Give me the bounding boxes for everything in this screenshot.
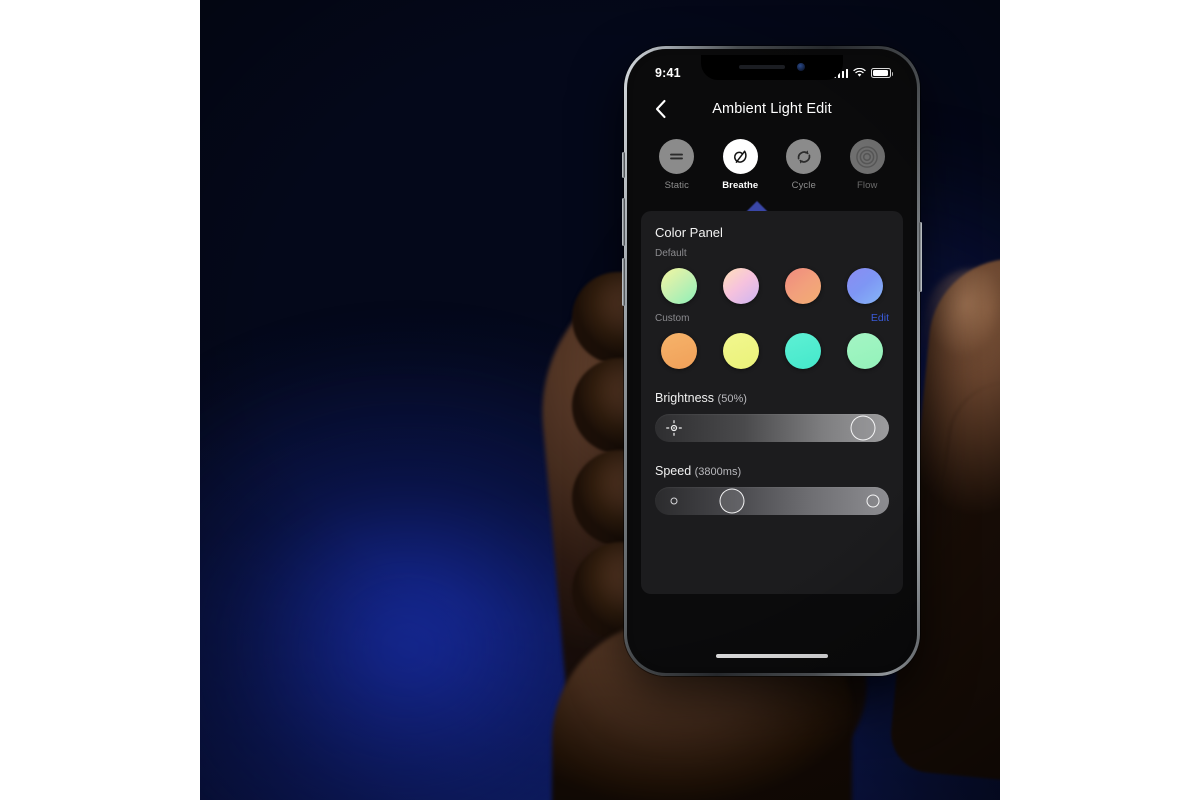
front-camera-icon [797,63,805,71]
wifi-icon [853,68,866,77]
battery-level [873,70,888,76]
scene-vignette [200,0,1000,800]
device-notch [701,55,843,80]
screenshot-stage: 9:41 [0,0,1200,800]
product-scene: 9:41 [200,0,1000,800]
battery-icon [871,68,893,78]
status-clock: 9:41 [655,66,681,80]
earpiece-speaker-icon [739,65,785,69]
status-indicators [833,68,893,78]
